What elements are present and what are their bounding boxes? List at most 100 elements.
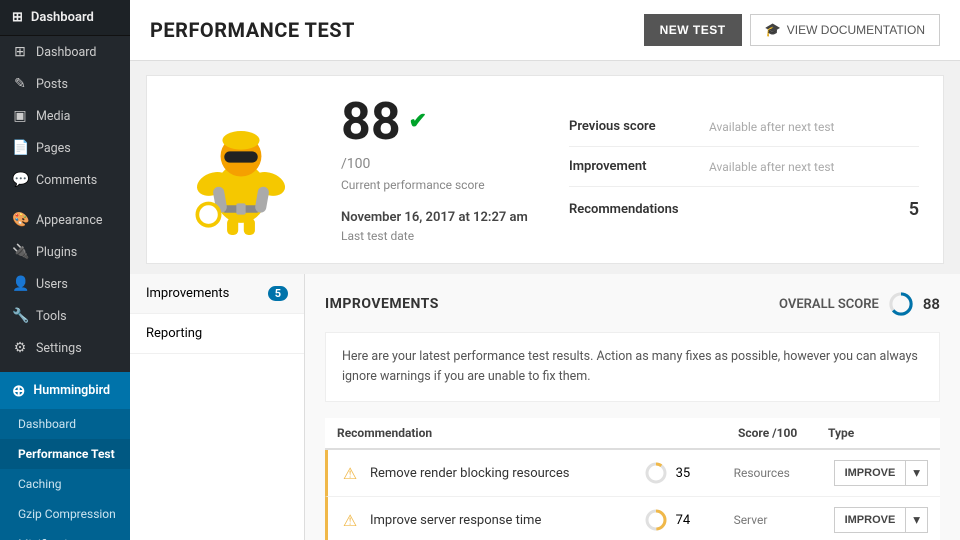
sidebar-item-tools[interactable]: 🔧 Tools	[0, 300, 130, 332]
view-docs-button[interactable]: 🎓 VIEW DOCUMENTATION	[750, 14, 940, 46]
stat-value-improvement: Available after next test	[709, 160, 834, 174]
warning-icon-1: ⚠	[340, 464, 360, 483]
sidebar-item-pages[interactable]: 📄 Pages	[0, 132, 130, 164]
appearance-icon: 🎨	[12, 212, 28, 228]
sidebar-item-settings[interactable]: ⚙ Settings	[0, 332, 130, 364]
stat-value-recommendations: 5	[909, 199, 919, 220]
score-value: 88	[341, 96, 401, 148]
sidebar-item-posts[interactable]: ✎ Posts	[0, 68, 130, 100]
hummingbird-header[interactable]: ⊕ Hummingbird	[0, 372, 130, 409]
sidebar-item-users[interactable]: 👤 Users	[0, 268, 130, 300]
sidebar-item-label: Media	[36, 109, 70, 124]
main-content: PERFORMANCE TEST NEW TEST 🎓 VIEW DOCUMEN…	[130, 0, 960, 540]
sidebar-item-label: Tools	[36, 309, 67, 324]
sidebar-item-comments[interactable]: 💬 Comments	[0, 164, 130, 196]
warning-icon-2: ⚠	[340, 511, 360, 530]
stat-recommendations: Recommendations 5	[569, 187, 919, 232]
graduation-icon: 🎓	[765, 22, 781, 38]
th-type: Type	[828, 426, 928, 440]
sidebar-item-appearance[interactable]: 🎨 Appearance	[0, 204, 130, 236]
hero-image	[171, 100, 311, 240]
row-label-1: Remove render blocking resources	[370, 466, 644, 481]
score-check-icon: ✔	[409, 111, 427, 133]
sidebar: ⊞ Dashboard ⊞ Dashboard ✎ Posts ▣ Media …	[0, 0, 130, 540]
score-display: 88 ✔	[341, 96, 528, 148]
sidebar-item-label: Comments	[36, 173, 97, 188]
sidebar-item-hb-performance[interactable]: Performance Test	[0, 439, 130, 469]
nav-reporting[interactable]: Reporting	[130, 314, 304, 354]
score-out-of: /100	[341, 156, 528, 172]
content-area: Improvements 5 Reporting IMPROVEMENTS OV…	[130, 274, 960, 540]
table-row: ⚠ Improve server response time 74 Server…	[325, 497, 940, 540]
score-stats: Previous score Available after next test…	[569, 107, 919, 232]
improve-dropdown-2[interactable]: ▾	[906, 507, 928, 533]
recommendations-table: Recommendation Score /100 Type ⚠ Remove …	[325, 418, 940, 540]
hb-dashboard-label: Dashboard	[18, 417, 76, 431]
score-value-1: 35	[676, 466, 691, 481]
improve-button-2[interactable]: IMPROVE	[834, 507, 907, 533]
improvements-badge: 5	[268, 286, 288, 301]
new-test-button[interactable]: NEW TEST	[644, 14, 742, 46]
overall-score-value: 88	[923, 295, 940, 313]
hero-illustration	[176, 105, 306, 235]
stat-improvement: Improvement Available after next test	[569, 147, 919, 187]
sidebar-item-hb-caching[interactable]: Caching	[0, 469, 130, 499]
score-donut-2	[644, 508, 668, 532]
sidebar-item-label: Users	[36, 277, 68, 292]
score-card: 88 ✔ /100 Current performance score Nove…	[146, 75, 944, 264]
improve-dropdown-1[interactable]: ▾	[906, 460, 928, 486]
reporting-label: Reporting	[146, 326, 202, 341]
pages-icon: 📄	[12, 140, 28, 156]
table-row: ⚠ Remove render blocking resources 35 Re…	[325, 450, 940, 497]
settings-icon: ⚙	[12, 340, 28, 356]
overall-score-label: OVERALL SCORE	[779, 297, 879, 312]
table-header: Recommendation Score /100 Type	[325, 418, 940, 450]
hb-caching-label: Caching	[18, 477, 62, 491]
row-type-2: Server	[734, 513, 834, 527]
sidebar-item-label: Dashboard	[36, 45, 96, 60]
left-nav: Improvements 5 Reporting	[130, 274, 305, 540]
page-title: PERFORMANCE TEST	[150, 18, 355, 42]
overall-score-donut	[887, 290, 915, 318]
row-score-1: 35	[644, 461, 734, 485]
score-donut-1	[644, 461, 668, 485]
score-label: Current performance score	[341, 178, 528, 192]
dashboard-nav-icon: ⊞	[12, 44, 28, 60]
sidebar-item-label: Settings	[36, 341, 82, 356]
sidebar-item-hb-gzip[interactable]: Gzip Compression	[0, 499, 130, 529]
topbar: PERFORMANCE TEST NEW TEST 🎓 VIEW DOCUMEN…	[130, 0, 960, 61]
view-docs-label: VIEW DOCUMENTATION	[787, 23, 925, 37]
score-value-2: 74	[676, 513, 691, 528]
sidebar-item-dashboard[interactable]: ⊞ Dashboard	[0, 36, 130, 68]
stat-label-improvement: Improvement	[569, 159, 709, 174]
hummingbird-label: Hummingbird	[33, 383, 110, 398]
posts-icon: ✎	[12, 76, 28, 92]
panel-header: IMPROVEMENTS OVERALL SCORE 88	[325, 290, 940, 318]
sidebar-item-hb-minification[interactable]: Minification	[0, 529, 130, 540]
score-date: November 16, 2017 at 12:27 am	[341, 210, 528, 225]
plugins-icon: 🔌	[12, 244, 28, 260]
sidebar-item-hb-dashboard[interactable]: Dashboard	[0, 409, 130, 439]
right-panel: IMPROVEMENTS OVERALL SCORE 88 Here are y…	[305, 274, 960, 540]
sidebar-item-label: Plugins	[36, 245, 77, 260]
sidebar-item-plugins[interactable]: 🔌 Plugins	[0, 236, 130, 268]
sidebar-logo[interactable]: ⊞ Dashboard	[0, 0, 130, 36]
row-action-1: IMPROVE ▾	[834, 460, 928, 486]
users-icon: 👤	[12, 276, 28, 292]
row-label-2: Improve server response time	[370, 513, 644, 528]
sidebar-item-media[interactable]: ▣ Media	[0, 100, 130, 132]
topbar-buttons: NEW TEST 🎓 VIEW DOCUMENTATION	[644, 14, 940, 46]
sidebar-logo-label: Dashboard	[31, 10, 94, 25]
score-info: 88 ✔ /100 Current performance score Nove…	[341, 96, 528, 243]
hummingbird-icon: ⊕	[12, 381, 25, 400]
row-type-1: Resources	[734, 466, 834, 480]
sidebar-item-label: Posts	[36, 77, 68, 92]
hb-performance-label: Performance Test	[18, 447, 115, 461]
improve-button-1[interactable]: IMPROVE	[834, 460, 907, 486]
dashboard-icon: ⊞	[12, 10, 23, 25]
hummingbird-submenu: Dashboard Performance Test Caching Gzip …	[0, 409, 130, 540]
nav-improvements[interactable]: Improvements 5	[130, 274, 304, 314]
overall-score-display: OVERALL SCORE 88	[779, 290, 940, 318]
stat-label-previous: Previous score	[569, 119, 709, 134]
row-action-2: IMPROVE ▾	[834, 507, 928, 533]
